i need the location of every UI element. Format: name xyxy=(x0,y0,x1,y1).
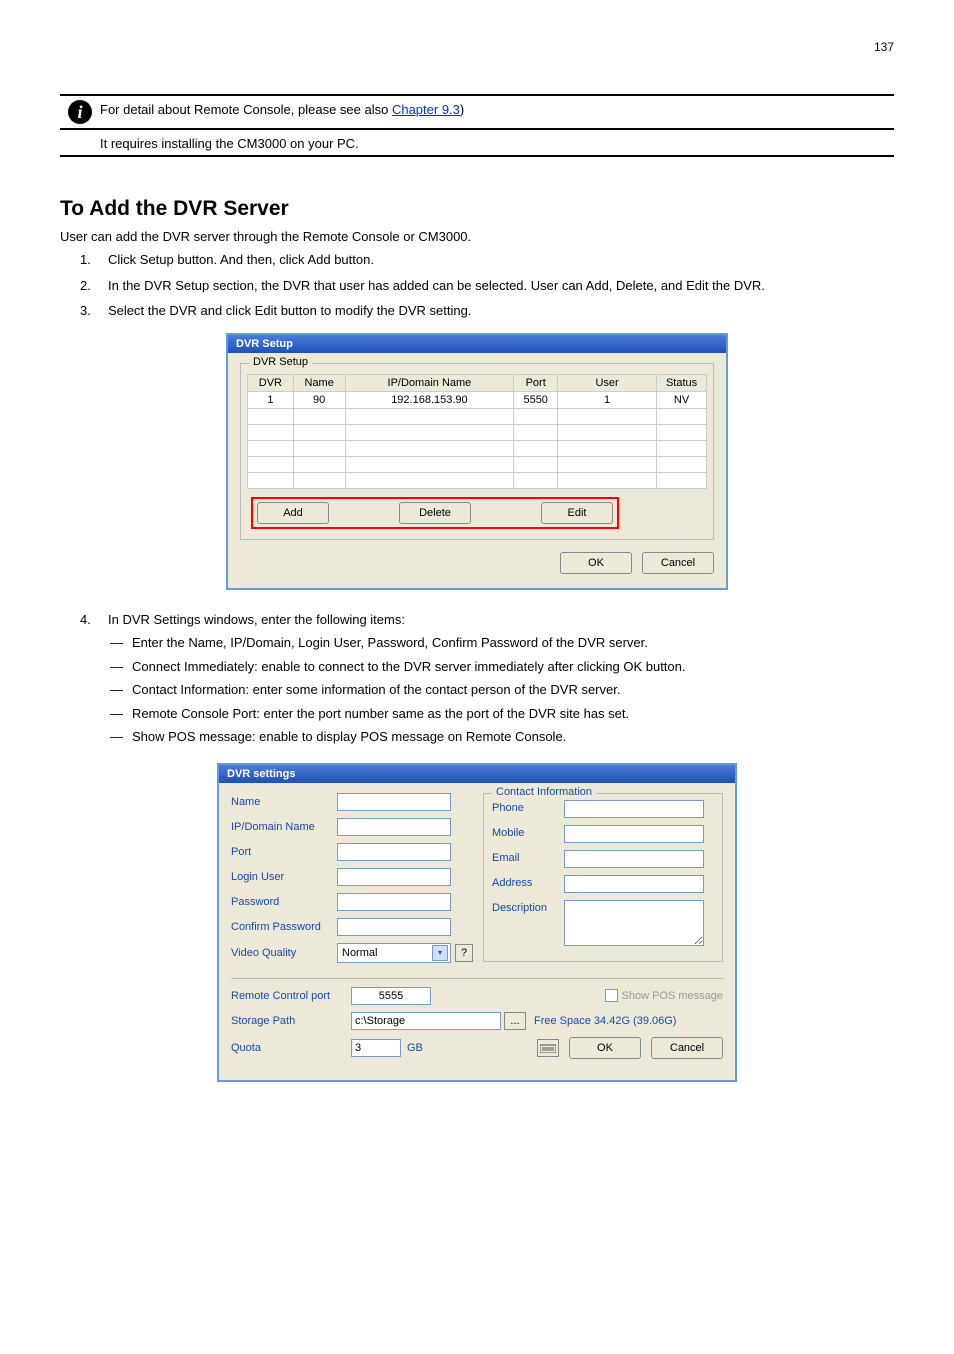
video-quality-help-button[interactable]: ? xyxy=(455,944,473,962)
col-name[interactable]: Name xyxy=(293,374,345,391)
step-num-1: 1. xyxy=(80,250,108,270)
label-port: Port xyxy=(231,846,337,858)
remote-control-port-input[interactable] xyxy=(351,987,431,1005)
step-2: In the DVR Setup section, the DVR that u… xyxy=(108,276,894,296)
label-mobile: Mobile xyxy=(492,825,564,839)
video-quality-value: Normal xyxy=(342,947,377,959)
keyboard-icon[interactable] xyxy=(537,1039,559,1057)
setup-cancel-button[interactable]: Cancel xyxy=(642,552,714,574)
setup-ok-button[interactable]: OK xyxy=(560,552,632,574)
step-num-3: 3. xyxy=(80,301,108,321)
cell-status: NV xyxy=(657,391,707,408)
label-video-quality: Video Quality xyxy=(231,947,337,959)
dvr-setup-legend: DVR Setup xyxy=(249,356,312,368)
add-button[interactable]: Add xyxy=(257,502,329,524)
section-heading: To Add the DVR Server xyxy=(60,197,894,221)
step4-item-0: Enter the Name, IP/Domain, Login User, P… xyxy=(132,633,894,653)
dvr-settings-dialog: DVR settings Name IP/Domain Name Port Lo… xyxy=(217,763,737,1082)
cell-user: 1 xyxy=(558,391,657,408)
show-pos-checkbox[interactable] xyxy=(605,989,618,1002)
col-dvr[interactable]: DVR xyxy=(248,374,294,391)
login-user-input[interactable] xyxy=(337,868,451,886)
label-storage-path: Storage Path xyxy=(231,1015,351,1027)
step4-item-3: Remote Console Port: enter the port numb… xyxy=(132,704,894,724)
settings-ok-button[interactable]: OK xyxy=(569,1037,641,1059)
step-num-2: 2. xyxy=(80,276,108,296)
info-note-prefix: For detail about Remote Console, please … xyxy=(100,102,392,117)
free-space-label: Free Space 34.42G (39.06G) xyxy=(534,1015,676,1027)
email-input[interactable] xyxy=(564,850,704,868)
step4-item-2: Contact Information: enter some informat… xyxy=(132,680,894,700)
col-ip[interactable]: IP/Domain Name xyxy=(345,374,514,391)
name-input[interactable] xyxy=(337,793,451,811)
contact-fieldset: Contact Information Phone Mobile Email A… xyxy=(483,793,723,962)
password-input[interactable] xyxy=(337,893,451,911)
dvr-setup-dialog: DVR Setup DVR Setup DVR Name IP/Domain N… xyxy=(226,333,728,590)
storage-path-input[interactable] xyxy=(351,1012,501,1030)
cell-ip: 192.168.153.90 xyxy=(345,391,514,408)
info-note-2: It requires installing the CM3000 on you… xyxy=(60,134,894,151)
delete-button[interactable]: Delete xyxy=(399,502,471,524)
label-ip: IP/Domain Name xyxy=(231,821,337,833)
browse-button[interactable]: ... xyxy=(504,1012,526,1030)
divider-mid xyxy=(60,128,894,130)
label-description: Description xyxy=(492,900,564,914)
video-quality-select[interactable]: Normal ▾ xyxy=(337,943,451,963)
dvr-setup-fieldset: DVR Setup DVR Name IP/Domain Name Port U… xyxy=(240,363,714,540)
address-input[interactable] xyxy=(564,875,704,893)
label-quota: Quota xyxy=(231,1042,351,1054)
step-3: Select the DVR and click Edit button to … xyxy=(108,301,894,321)
col-port[interactable]: Port xyxy=(514,374,558,391)
settings-divider xyxy=(231,978,723,979)
highlight-add-delete-edit: Add Delete Edit xyxy=(251,497,619,529)
info-note-link[interactable]: Chapter 9.3 xyxy=(392,102,460,117)
step4-item-1: Connect Immediately: enable to connect t… xyxy=(132,657,894,677)
label-name: Name xyxy=(231,796,337,808)
label-email: Email xyxy=(492,850,564,864)
step4-item-4: Show POS message: enable to display POS … xyxy=(132,727,894,747)
settings-cancel-button[interactable]: Cancel xyxy=(651,1037,723,1059)
info-note-suffix: ) xyxy=(460,102,464,117)
step-num-4: 4. xyxy=(80,610,108,751)
cell-dvr: 1 xyxy=(248,391,294,408)
label-phone: Phone xyxy=(492,800,564,814)
mobile-input[interactable] xyxy=(564,825,704,843)
info-note-1: i For detail about Remote Console, pleas… xyxy=(60,100,894,124)
ip-input[interactable] xyxy=(337,818,451,836)
confirm-password-input[interactable] xyxy=(337,918,451,936)
show-pos-label: Show POS message xyxy=(622,990,724,1002)
label-login-user: Login User xyxy=(231,871,337,883)
cell-name: 90 xyxy=(293,391,345,408)
page-number: 137 xyxy=(60,40,894,54)
contact-legend: Contact Information xyxy=(492,786,596,798)
dvr-table: DVR Name IP/Domain Name Port User Status… xyxy=(247,374,707,489)
table-row[interactable]: 1 90 192.168.153.90 5550 1 NV xyxy=(248,391,707,408)
description-input[interactable] xyxy=(564,900,704,946)
col-user[interactable]: User xyxy=(558,374,657,391)
edit-button[interactable]: Edit xyxy=(541,502,613,524)
phone-input[interactable] xyxy=(564,800,704,818)
intro-text: User can add the DVR server through the … xyxy=(60,229,894,244)
label-remote-control-port: Remote Control port xyxy=(231,990,351,1002)
quota-gb-label: GB xyxy=(407,1042,423,1054)
label-address: Address xyxy=(492,875,564,889)
cell-port: 5550 xyxy=(514,391,558,408)
dvr-settings-title: DVR settings xyxy=(219,765,735,783)
chevron-down-icon: ▾ xyxy=(432,945,448,961)
label-password: Password xyxy=(231,896,337,908)
dvr-setup-title: DVR Setup xyxy=(228,335,726,353)
quota-input[interactable] xyxy=(351,1039,401,1057)
label-confirm-password: Confirm Password xyxy=(231,921,337,933)
step-4: In DVR Settings windows, enter the follo… xyxy=(108,610,894,630)
divider-bottom xyxy=(60,155,894,157)
col-status[interactable]: Status xyxy=(657,374,707,391)
divider-top xyxy=(60,94,894,96)
info-icon: i xyxy=(68,100,92,124)
port-input[interactable] xyxy=(337,843,451,861)
step-1: Click Setup button. And then, click Add … xyxy=(108,250,894,270)
